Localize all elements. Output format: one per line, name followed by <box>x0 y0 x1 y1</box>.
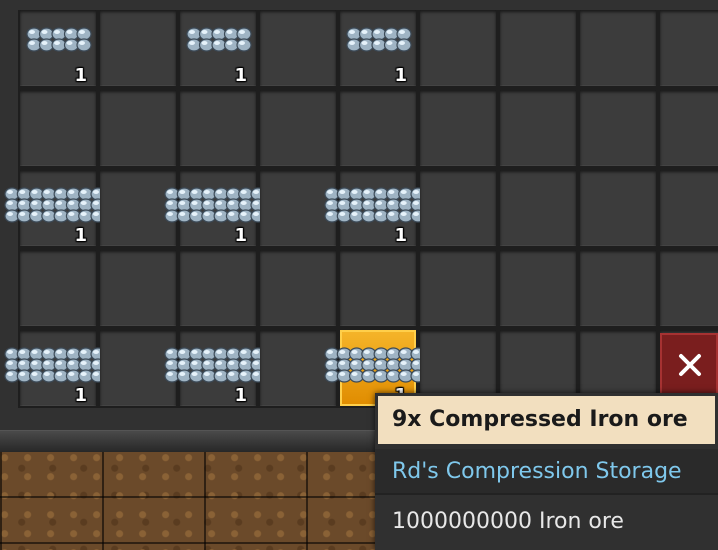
inventory-slot[interactable]: 1 <box>4 330 106 406</box>
inventory-slot[interactable] <box>660 250 718 326</box>
inventory-slot[interactable]: 1 <box>164 170 266 246</box>
inventory-slot[interactable] <box>260 90 336 166</box>
item-count: 1 <box>74 385 87 406</box>
inventory-slot[interactable] <box>260 250 336 326</box>
inventory-slot[interactable] <box>420 170 496 246</box>
item-count: 1 <box>394 225 407 246</box>
inventory-slot[interactable]: 1 <box>164 330 266 406</box>
inventory-slot[interactable]: 1 <box>340 10 416 86</box>
inventory-slot[interactable] <box>500 90 576 166</box>
inventory-slot[interactable] <box>500 170 576 246</box>
inventory-slot[interactable] <box>100 170 176 246</box>
inventory-slot[interactable] <box>260 330 336 406</box>
inventory-slot[interactable] <box>660 170 718 246</box>
inventory-slot[interactable] <box>340 90 416 166</box>
inventory-slot[interactable] <box>580 170 656 246</box>
close-icon <box>679 354 701 376</box>
item-count: 1 <box>74 225 87 246</box>
inventory-slot[interactable] <box>500 250 576 326</box>
inventory-slot[interactable]: 1 <box>4 170 106 246</box>
inventory-slot[interactable] <box>100 330 176 406</box>
inventory-slot[interactable] <box>580 10 656 86</box>
inventory-slot[interactable]: 1 <box>324 170 426 246</box>
inventory-slot[interactable] <box>420 90 496 166</box>
inventory-slot[interactable] <box>580 250 656 326</box>
inventory-slot[interactable] <box>20 250 96 326</box>
inventory-slot[interactable] <box>180 90 256 166</box>
inventory-slot[interactable] <box>660 90 718 166</box>
inventory-slot[interactable] <box>180 250 256 326</box>
tooltip-source-mod: Rd's Compression Storage <box>375 449 718 495</box>
item-count: 1 <box>234 65 247 86</box>
item-count: 1 <box>74 65 87 86</box>
inventory-slot[interactable]: 1 <box>20 10 96 86</box>
inventory-slot[interactable] <box>340 250 416 326</box>
inventory-slot[interactable] <box>420 10 496 86</box>
tooltip-title: 9x Compressed Iron ore <box>378 396 715 444</box>
item-tooltip: 9x Compressed Iron ore Rd's Compression … <box>375 393 718 550</box>
inventory-slot[interactable] <box>100 10 176 86</box>
inventory-slot[interactable] <box>500 10 576 86</box>
inventory-grid: 111111111 <box>4 10 718 408</box>
inventory-slot[interactable] <box>580 90 656 166</box>
item-count: 1 <box>234 385 247 406</box>
inventory-slot[interactable] <box>660 10 718 86</box>
item-count: 1 <box>234 225 247 246</box>
inventory-slot[interactable]: 1 <box>180 10 256 86</box>
inventory-slot[interactable] <box>420 250 496 326</box>
inventory-slot[interactable] <box>260 170 336 246</box>
inventory-panel: 111111111 <box>0 0 718 430</box>
inventory-slot[interactable] <box>20 90 96 166</box>
tooltip-contents: 1000000000 Iron ore <box>392 509 624 534</box>
item-count: 1 <box>394 65 407 86</box>
inventory-slot[interactable] <box>100 250 176 326</box>
inventory-slot[interactable] <box>100 90 176 166</box>
inventory-slot[interactable] <box>260 10 336 86</box>
